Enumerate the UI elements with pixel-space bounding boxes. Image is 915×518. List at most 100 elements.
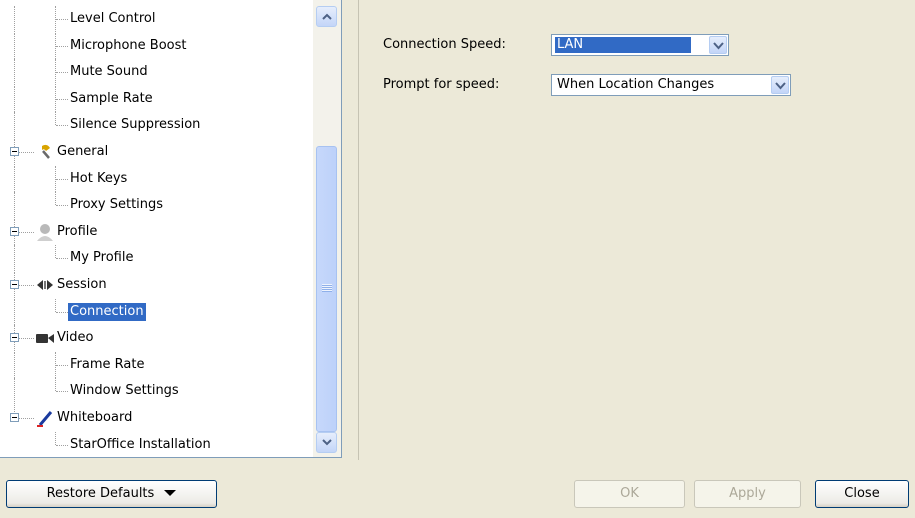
tree-label: General bbox=[57, 144, 109, 159]
tree-group-general[interactable]: General bbox=[0, 139, 313, 165]
general-icon bbox=[35, 143, 55, 161]
tree-label: My Profile bbox=[70, 250, 134, 265]
tree-guide-line bbox=[55, 112, 56, 125]
session-icon bbox=[35, 276, 55, 294]
connection-speed-label: Connection Speed: bbox=[383, 37, 506, 52]
tree-item-window-settings[interactable]: Window Settings bbox=[0, 378, 313, 404]
whiteboard-pen-icon bbox=[35, 409, 55, 427]
tree-label: Window Settings bbox=[70, 383, 179, 398]
tree-label: Whiteboard bbox=[57, 410, 133, 425]
tree-guide-line bbox=[56, 125, 68, 126]
tree-item-connection[interactable]: Connection bbox=[0, 299, 313, 325]
collapse-toggle-icon[interactable] bbox=[10, 333, 19, 342]
chevron-down-icon bbox=[322, 439, 332, 446]
tree-item-staroffice-installation[interactable]: StarOffice Installation bbox=[0, 432, 313, 457]
apply-label: Apply bbox=[729, 486, 766, 501]
dropdown-arrow-icon bbox=[164, 490, 177, 496]
collapse-toggle-icon[interactable] bbox=[10, 413, 19, 422]
collapse-toggle-icon[interactable] bbox=[10, 147, 19, 156]
ok-button[interactable]: OK bbox=[574, 480, 685, 508]
tree-label: StarOffice Installation bbox=[70, 437, 211, 452]
collapse-toggle-icon[interactable] bbox=[10, 227, 19, 236]
connection-speed-value: LAN bbox=[555, 37, 691, 53]
prompt-for-speed-label: Prompt for speed: bbox=[383, 77, 500, 92]
tree-item-level-control[interactable]: Level Control bbox=[0, 6, 313, 32]
tree-guide-line bbox=[14, 166, 15, 192]
scroll-grip-icon bbox=[322, 284, 332, 292]
tree-guide-line bbox=[14, 112, 15, 138]
tree-guide-line bbox=[18, 418, 34, 419]
collapse-toggle-icon[interactable] bbox=[10, 280, 19, 289]
tree-guide-line bbox=[18, 285, 34, 286]
close-label: Close bbox=[844, 486, 880, 501]
apply-button[interactable]: Apply bbox=[694, 480, 801, 508]
tree-guide-line bbox=[55, 378, 56, 391]
tree-guide-line bbox=[14, 59, 15, 85]
ok-label: OK bbox=[620, 486, 639, 501]
scroll-thumb[interactable] bbox=[316, 146, 337, 432]
tree-label: Profile bbox=[57, 224, 98, 239]
connection-speed-select[interactable]: LAN bbox=[551, 34, 729, 56]
tree-item-proxy-settings[interactable]: Proxy Settings bbox=[0, 192, 313, 218]
video-camera-icon bbox=[35, 329, 55, 347]
settings-tree-panel: Level Control Microphone Boost Mute Sound S… bbox=[0, 0, 342, 458]
chevron-down-icon bbox=[713, 42, 724, 50]
tree-guide-line bbox=[56, 19, 68, 20]
tree-guide-line bbox=[56, 445, 68, 446]
tree-guide-line bbox=[56, 179, 68, 180]
tree-group-whiteboard[interactable]: Whiteboard bbox=[0, 405, 313, 431]
tree-item-silence-suppression[interactable]: Silence Suppression bbox=[0, 112, 313, 138]
tree-guide-line bbox=[56, 72, 68, 73]
tree-guide-line bbox=[56, 205, 68, 206]
restore-defaults-label: Restore Defaults bbox=[46, 486, 155, 501]
tree-group-session[interactable]: Session bbox=[0, 272, 313, 298]
restore-defaults-button[interactable]: Restore Defaults bbox=[6, 480, 217, 508]
tree-label: Video bbox=[57, 330, 94, 345]
tree-label: Proxy Settings bbox=[70, 197, 164, 212]
tree-guide-line bbox=[14, 352, 15, 378]
tree-guide-line bbox=[56, 46, 68, 47]
tree-label: Microphone Boost bbox=[70, 38, 187, 53]
tree-label: Level Control bbox=[70, 11, 156, 26]
tree-label: Mute Sound bbox=[70, 64, 148, 79]
tree-guide-line bbox=[56, 391, 68, 392]
tree-item-mute-sound[interactable]: Mute Sound bbox=[0, 59, 313, 85]
tree-guide-line bbox=[55, 245, 56, 258]
tree-guide-line bbox=[18, 338, 34, 339]
tree-guide-line bbox=[18, 152, 34, 153]
tree-guide-line bbox=[55, 192, 56, 205]
tree-item-microphone-boost[interactable]: Microphone Boost bbox=[0, 33, 313, 59]
tree-label: Hot Keys bbox=[70, 171, 128, 186]
tree-guide-line bbox=[56, 258, 68, 259]
tree-guide-line bbox=[18, 232, 34, 233]
prompt-for-speed-select[interactable]: When Location Changes bbox=[551, 74, 791, 96]
dropdown-button[interactable] bbox=[771, 76, 789, 94]
tree-guide-line bbox=[14, 33, 15, 59]
tree-item-sample-rate[interactable]: Sample Rate bbox=[0, 86, 313, 112]
tree-guide-line bbox=[14, 245, 15, 271]
tree-guide-line bbox=[14, 6, 15, 32]
tree-guide-line bbox=[14, 192, 15, 218]
tree-label: Sample Rate bbox=[70, 91, 153, 106]
tree-guide-line bbox=[55, 432, 56, 445]
tree-guide-line bbox=[55, 299, 56, 312]
prompt-for-speed-value: When Location Changes bbox=[557, 77, 715, 92]
tree-group-video[interactable]: Video bbox=[0, 325, 313, 351]
tree-label: Frame Rate bbox=[70, 357, 145, 372]
tree-scrollbar[interactable] bbox=[313, 0, 341, 457]
tree-group-profile[interactable]: Profile bbox=[0, 219, 313, 245]
scroll-down-button[interactable] bbox=[316, 432, 337, 453]
settings-tree: Level Control Microphone Boost Mute Sound S… bbox=[0, 0, 313, 457]
tree-label: Connection bbox=[68, 303, 146, 321]
scroll-up-button[interactable] bbox=[316, 6, 337, 27]
tree-guide-line bbox=[56, 312, 68, 313]
close-button[interactable]: Close bbox=[815, 480, 909, 508]
tree-item-frame-rate[interactable]: Frame Rate bbox=[0, 352, 313, 378]
tree-item-hot-keys[interactable]: Hot Keys bbox=[0, 166, 313, 192]
dropdown-button[interactable] bbox=[709, 36, 727, 54]
chevron-down-icon bbox=[775, 82, 786, 90]
tree-label: Silence Suppression bbox=[70, 117, 201, 132]
tree-guide-line bbox=[14, 378, 15, 404]
tree-guide-line bbox=[14, 299, 15, 325]
tree-item-my-profile[interactable]: My Profile bbox=[0, 245, 313, 271]
